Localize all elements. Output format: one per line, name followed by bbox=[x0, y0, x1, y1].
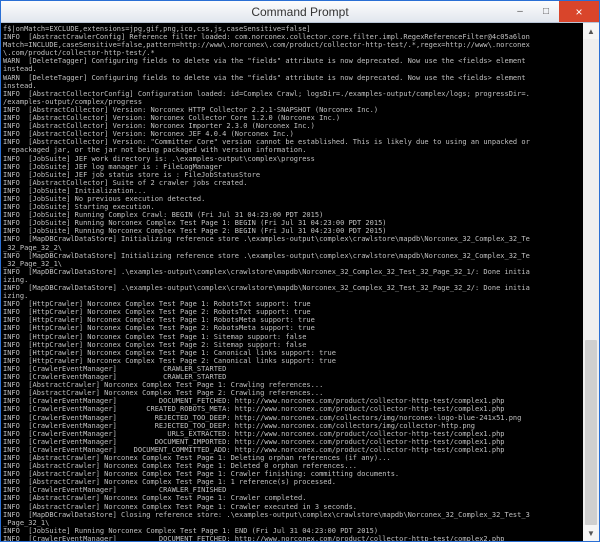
console-line: _32_Page_32_1\ bbox=[3, 260, 581, 268]
console-line: INFO [AbstractCrawler] Norconex Complex … bbox=[3, 470, 581, 478]
console-line: INFO [JobSuite] Running Complex Crawl: B… bbox=[3, 211, 581, 219]
window-controls: – □ × bbox=[507, 1, 599, 22]
console-line: INFO [JobSuite] Running Norconex Complex… bbox=[3, 527, 581, 535]
console-line: INFO [AbstractCollector] Suite of 2 craw… bbox=[3, 179, 581, 187]
console-line: INFO [AbstractCollector] Version: Norcon… bbox=[3, 130, 581, 138]
console-line: INFO [AbstractCrawler] Norconex Complex … bbox=[3, 503, 581, 511]
console-line: INFO [MapDBCrawlDataStore] .\examples-ou… bbox=[3, 284, 581, 292]
console-line: INFO [HttpCrawler] Norconex Complex Test… bbox=[3, 357, 581, 365]
vertical-scrollbar[interactable]: ▲ ▼ bbox=[583, 23, 599, 541]
console-line: INFO [JobSuite] Starting execution. bbox=[3, 203, 581, 211]
console-line: instead. bbox=[3, 65, 581, 73]
maximize-button[interactable]: □ bbox=[533, 1, 559, 22]
console-line: INFO [CrawlerEventManager] DOCUMENT_FETC… bbox=[3, 535, 581, 541]
close-button[interactable]: × bbox=[559, 1, 599, 22]
console-line: INFO [JobSuite] Running Norconex Complex… bbox=[3, 227, 581, 235]
scroll-thumb[interactable] bbox=[585, 340, 597, 525]
console-line: izing. bbox=[3, 292, 581, 300]
console-line: INFO [HttpCrawler] Norconex Complex Test… bbox=[3, 349, 581, 357]
console-line: INFO [CrawlerEventManager] DOCUMENT_FETC… bbox=[3, 397, 581, 405]
console-line: INFO [HttpCrawler] Norconex Complex Test… bbox=[3, 300, 581, 308]
console-line: /examples-output/complex/progress bbox=[3, 98, 581, 106]
console-line: INFO [JobSuite] No previous execution de… bbox=[3, 195, 581, 203]
console-area: f$|onMatch=EXCLUDE,extensions=jpg,gif,pn… bbox=[1, 23, 599, 541]
scroll-down-button[interactable]: ▼ bbox=[583, 525, 599, 541]
console-line: INFO [AbstractCollector] Version: Norcon… bbox=[3, 122, 581, 130]
console-line: INFO [CrawlerEventManager] URLS_EXTRACTE… bbox=[3, 430, 581, 438]
console-line: INFO [AbstractCollector] Version: "Commi… bbox=[3, 138, 581, 146]
console-line: INFO [JobSuite] Initialization... bbox=[3, 187, 581, 195]
console-line: INFO [CrawlerEventManager] CRAWLER_FINIS… bbox=[3, 486, 581, 494]
console-line: INFO [JobSuite] JEF work directory is: .… bbox=[3, 155, 581, 163]
console-line: WARN [DeleteTagger] Configuring fields t… bbox=[3, 74, 581, 82]
console-line: instead. bbox=[3, 82, 581, 90]
console-line: repackaged jar, or the jar not being pac… bbox=[3, 146, 581, 154]
console-line: INFO [AbstractCollectorConfig] Configura… bbox=[3, 90, 581, 98]
console-line: INFO [HttpCrawler] Norconex Complex Test… bbox=[3, 316, 581, 324]
console-line: INFO [MapDBCrawlDataStore] Initializing … bbox=[3, 252, 581, 260]
console-line: INFO [MapDBCrawlDataStore] Initializing … bbox=[3, 235, 581, 243]
minimize-button[interactable]: – bbox=[507, 1, 533, 22]
command-prompt-window: Command Prompt – □ × f$|onMatch=EXCLUDE,… bbox=[0, 0, 600, 542]
console-line: INFO [CrawlerEventManager] REJECTED_TOO_… bbox=[3, 422, 581, 430]
scroll-up-button[interactable]: ▲ bbox=[583, 23, 599, 39]
console-line: INFO [CrawlerEventManager] CRAWLER_START… bbox=[3, 373, 581, 381]
window-title: Command Prompt bbox=[251, 5, 348, 19]
console-line: INFO [MapDBCrawlDataStore] Closing refer… bbox=[3, 511, 581, 519]
console-line: WARN [DeleteTagger] Configuring fields t… bbox=[3, 57, 581, 65]
scroll-track[interactable] bbox=[583, 39, 599, 525]
console-line: _32_Page_32_2\ bbox=[3, 244, 581, 252]
console-line: INFO [AbstractCrawler] Norconex Complex … bbox=[3, 478, 581, 486]
console-line: Match=INCLUDE,caseSensitive=false,patter… bbox=[3, 41, 581, 49]
titlebar[interactable]: Command Prompt – □ × bbox=[1, 1, 599, 23]
console-line: INFO [AbstractCollector] Version: Norcon… bbox=[3, 114, 581, 122]
console-line: INFO [CrawlerEventManager] CREATED_ROBOT… bbox=[3, 405, 581, 413]
console-line: INFO [AbstractCrawler] Norconex Complex … bbox=[3, 454, 581, 462]
console-line: INFO [HttpCrawler] Norconex Complex Test… bbox=[3, 308, 581, 316]
console-line: INFO [HttpCrawler] Norconex Complex Test… bbox=[3, 341, 581, 349]
console-output[interactable]: f$|onMatch=EXCLUDE,extensions=jpg,gif,pn… bbox=[1, 23, 583, 541]
console-line: INFO [AbstractCrawlerConfig] Reference f… bbox=[3, 33, 581, 41]
console-line: INFO [HttpCrawler] Norconex Complex Test… bbox=[3, 324, 581, 332]
console-line: INFO [JobSuite] Running Norconex Complex… bbox=[3, 219, 581, 227]
console-line: INFO [JobSuite] JEF log manager is : Fil… bbox=[3, 163, 581, 171]
console-line: INFO [CrawlerEventManager] REJECTED_TOO_… bbox=[3, 414, 581, 422]
console-line: INFO [CrawlerEventManager] CRAWLER_START… bbox=[3, 365, 581, 373]
console-line: INFO [JobSuite] JEF job status store is … bbox=[3, 171, 581, 179]
console-line: INFO [AbstractCrawler] Norconex Complex … bbox=[3, 462, 581, 470]
console-line: f$|onMatch=EXCLUDE,extensions=jpg,gif,pn… bbox=[3, 25, 581, 33]
console-line: INFO [AbstractCrawler] Norconex Complex … bbox=[3, 381, 581, 389]
console-line: _Page_32_1\ bbox=[3, 519, 581, 527]
console-line: INFO [HttpCrawler] Norconex Complex Test… bbox=[3, 333, 581, 341]
console-line: INFO [CrawlerEventManager] DOCUMENT_IMPO… bbox=[3, 438, 581, 446]
console-line: INFO [CrawlerEventManager] DOCUMENT_COMM… bbox=[3, 446, 581, 454]
console-line: \.com/product/collector-http-test/.* bbox=[3, 49, 581, 57]
console-line: INFO [AbstractCrawler] Norconex Complex … bbox=[3, 389, 581, 397]
console-line: INFO [MapDBCrawlDataStore] .\examples-ou… bbox=[3, 268, 581, 276]
console-line: INFO [AbstractCollector] Version: Norcon… bbox=[3, 106, 581, 114]
console-line: INFO [AbstractCrawler] Norconex Complex … bbox=[3, 494, 581, 502]
console-line: izing. bbox=[3, 276, 581, 284]
